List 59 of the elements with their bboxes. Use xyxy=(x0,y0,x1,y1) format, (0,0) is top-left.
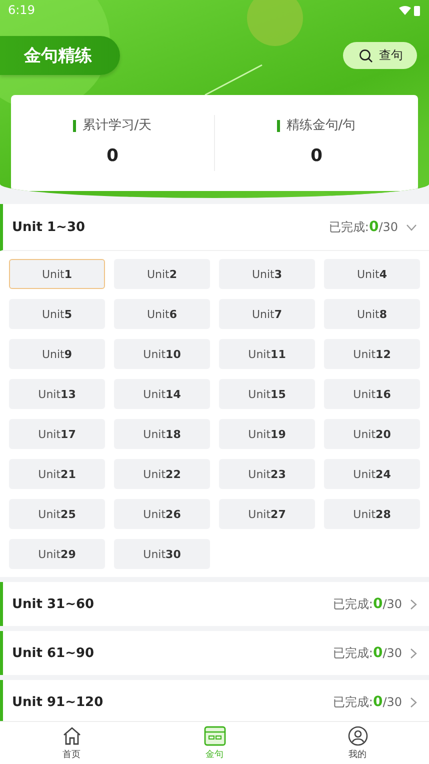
unit-button[interactable]: Unit18 xyxy=(114,419,210,449)
unit-button[interactable]: Unit1 xyxy=(9,259,105,289)
section-header[interactable]: Unit 61~90 已完成:0/30 xyxy=(0,631,429,675)
unit-button[interactable]: Unit9 xyxy=(9,339,105,369)
unit-button[interactable]: Unit8 xyxy=(324,299,420,329)
progress-text: 已完成:0/30 xyxy=(332,694,402,710)
unit-button[interactable]: Unit5 xyxy=(9,299,105,329)
unit-button[interactable]: Unit11 xyxy=(219,339,315,369)
chevron-down-icon xyxy=(406,224,417,230)
progress-text: 已完成:0/30 xyxy=(332,596,402,612)
stat-label: 精练金句/句 xyxy=(277,120,356,132)
page-title: 金句精练 xyxy=(0,36,120,75)
unit-button[interactable]: Unit30 xyxy=(114,539,210,569)
section-header[interactable]: Unit 31~60 已完成:0/30 xyxy=(0,582,429,626)
search-button[interactable]: 查句 xyxy=(343,42,417,69)
unit-button[interactable]: Unit19 xyxy=(219,419,315,449)
wifi-battery-icon xyxy=(399,4,421,16)
search-icon xyxy=(359,48,373,62)
unit-button[interactable]: Unit25 xyxy=(9,499,105,529)
unit-button[interactable]: Unit20 xyxy=(324,419,420,449)
section-title: Unit 61~90 xyxy=(12,646,94,660)
unit-button[interactable]: Unit29 xyxy=(9,539,105,569)
unit-button[interactable]: Unit15 xyxy=(219,379,315,409)
unit-button[interactable]: Unit28 xyxy=(324,499,420,529)
unit-button[interactable]: Unit17 xyxy=(9,419,105,449)
progress-text: 已完成:0/30 xyxy=(332,644,402,662)
unit-button[interactable]: Unit2 xyxy=(114,259,210,289)
nav-tab[interactable]: 首页 xyxy=(0,722,143,764)
unit-button[interactable]: Unit27 xyxy=(219,499,315,529)
unit-button[interactable]: Unit13 xyxy=(9,379,105,409)
chevron-right-icon xyxy=(410,648,417,658)
unit-button[interactable]: Unit4 xyxy=(324,259,420,289)
unit-button[interactable]: Unit3 xyxy=(219,259,315,289)
stat-value: 0 xyxy=(106,146,118,166)
unit-button[interactable]: Unit26 xyxy=(114,499,210,529)
unit-button[interactable]: Unit12 xyxy=(324,339,420,369)
chevron-right-icon xyxy=(410,696,417,708)
unit-button[interactable]: Unit7 xyxy=(219,299,315,329)
status-time: 6:19 xyxy=(8,3,35,17)
section-title: Unit 91~120 xyxy=(12,694,104,710)
user-icon xyxy=(348,726,368,746)
section-title: Unit 31~60 xyxy=(12,596,94,612)
home-icon xyxy=(62,726,82,746)
unit-button[interactable]: Unit16 xyxy=(324,379,420,409)
nav-tab[interactable]: 我的 xyxy=(286,722,429,764)
unit-button[interactable]: Unit24 xyxy=(324,459,420,489)
stat-label: 累计学习/天 xyxy=(73,120,152,132)
unit-button[interactable]: Unit6 xyxy=(114,299,210,329)
unit-button[interactable]: Unit21 xyxy=(9,459,105,489)
unit-button[interactable]: Unit22 xyxy=(114,459,210,489)
stat-value: 0 xyxy=(310,146,322,166)
unit-button[interactable]: Unit14 xyxy=(114,379,210,409)
unit-button[interactable]: Unit10 xyxy=(114,339,210,369)
unit-button[interactable]: Unit23 xyxy=(219,459,315,489)
section-header[interactable]: Unit 1~30 已完成:0/30 xyxy=(0,204,429,251)
card-icon xyxy=(204,726,226,746)
progress-text: 已完成:0/30 xyxy=(328,218,398,236)
chevron-right-icon xyxy=(410,598,417,610)
section-title: Unit 1~30 xyxy=(12,220,86,234)
